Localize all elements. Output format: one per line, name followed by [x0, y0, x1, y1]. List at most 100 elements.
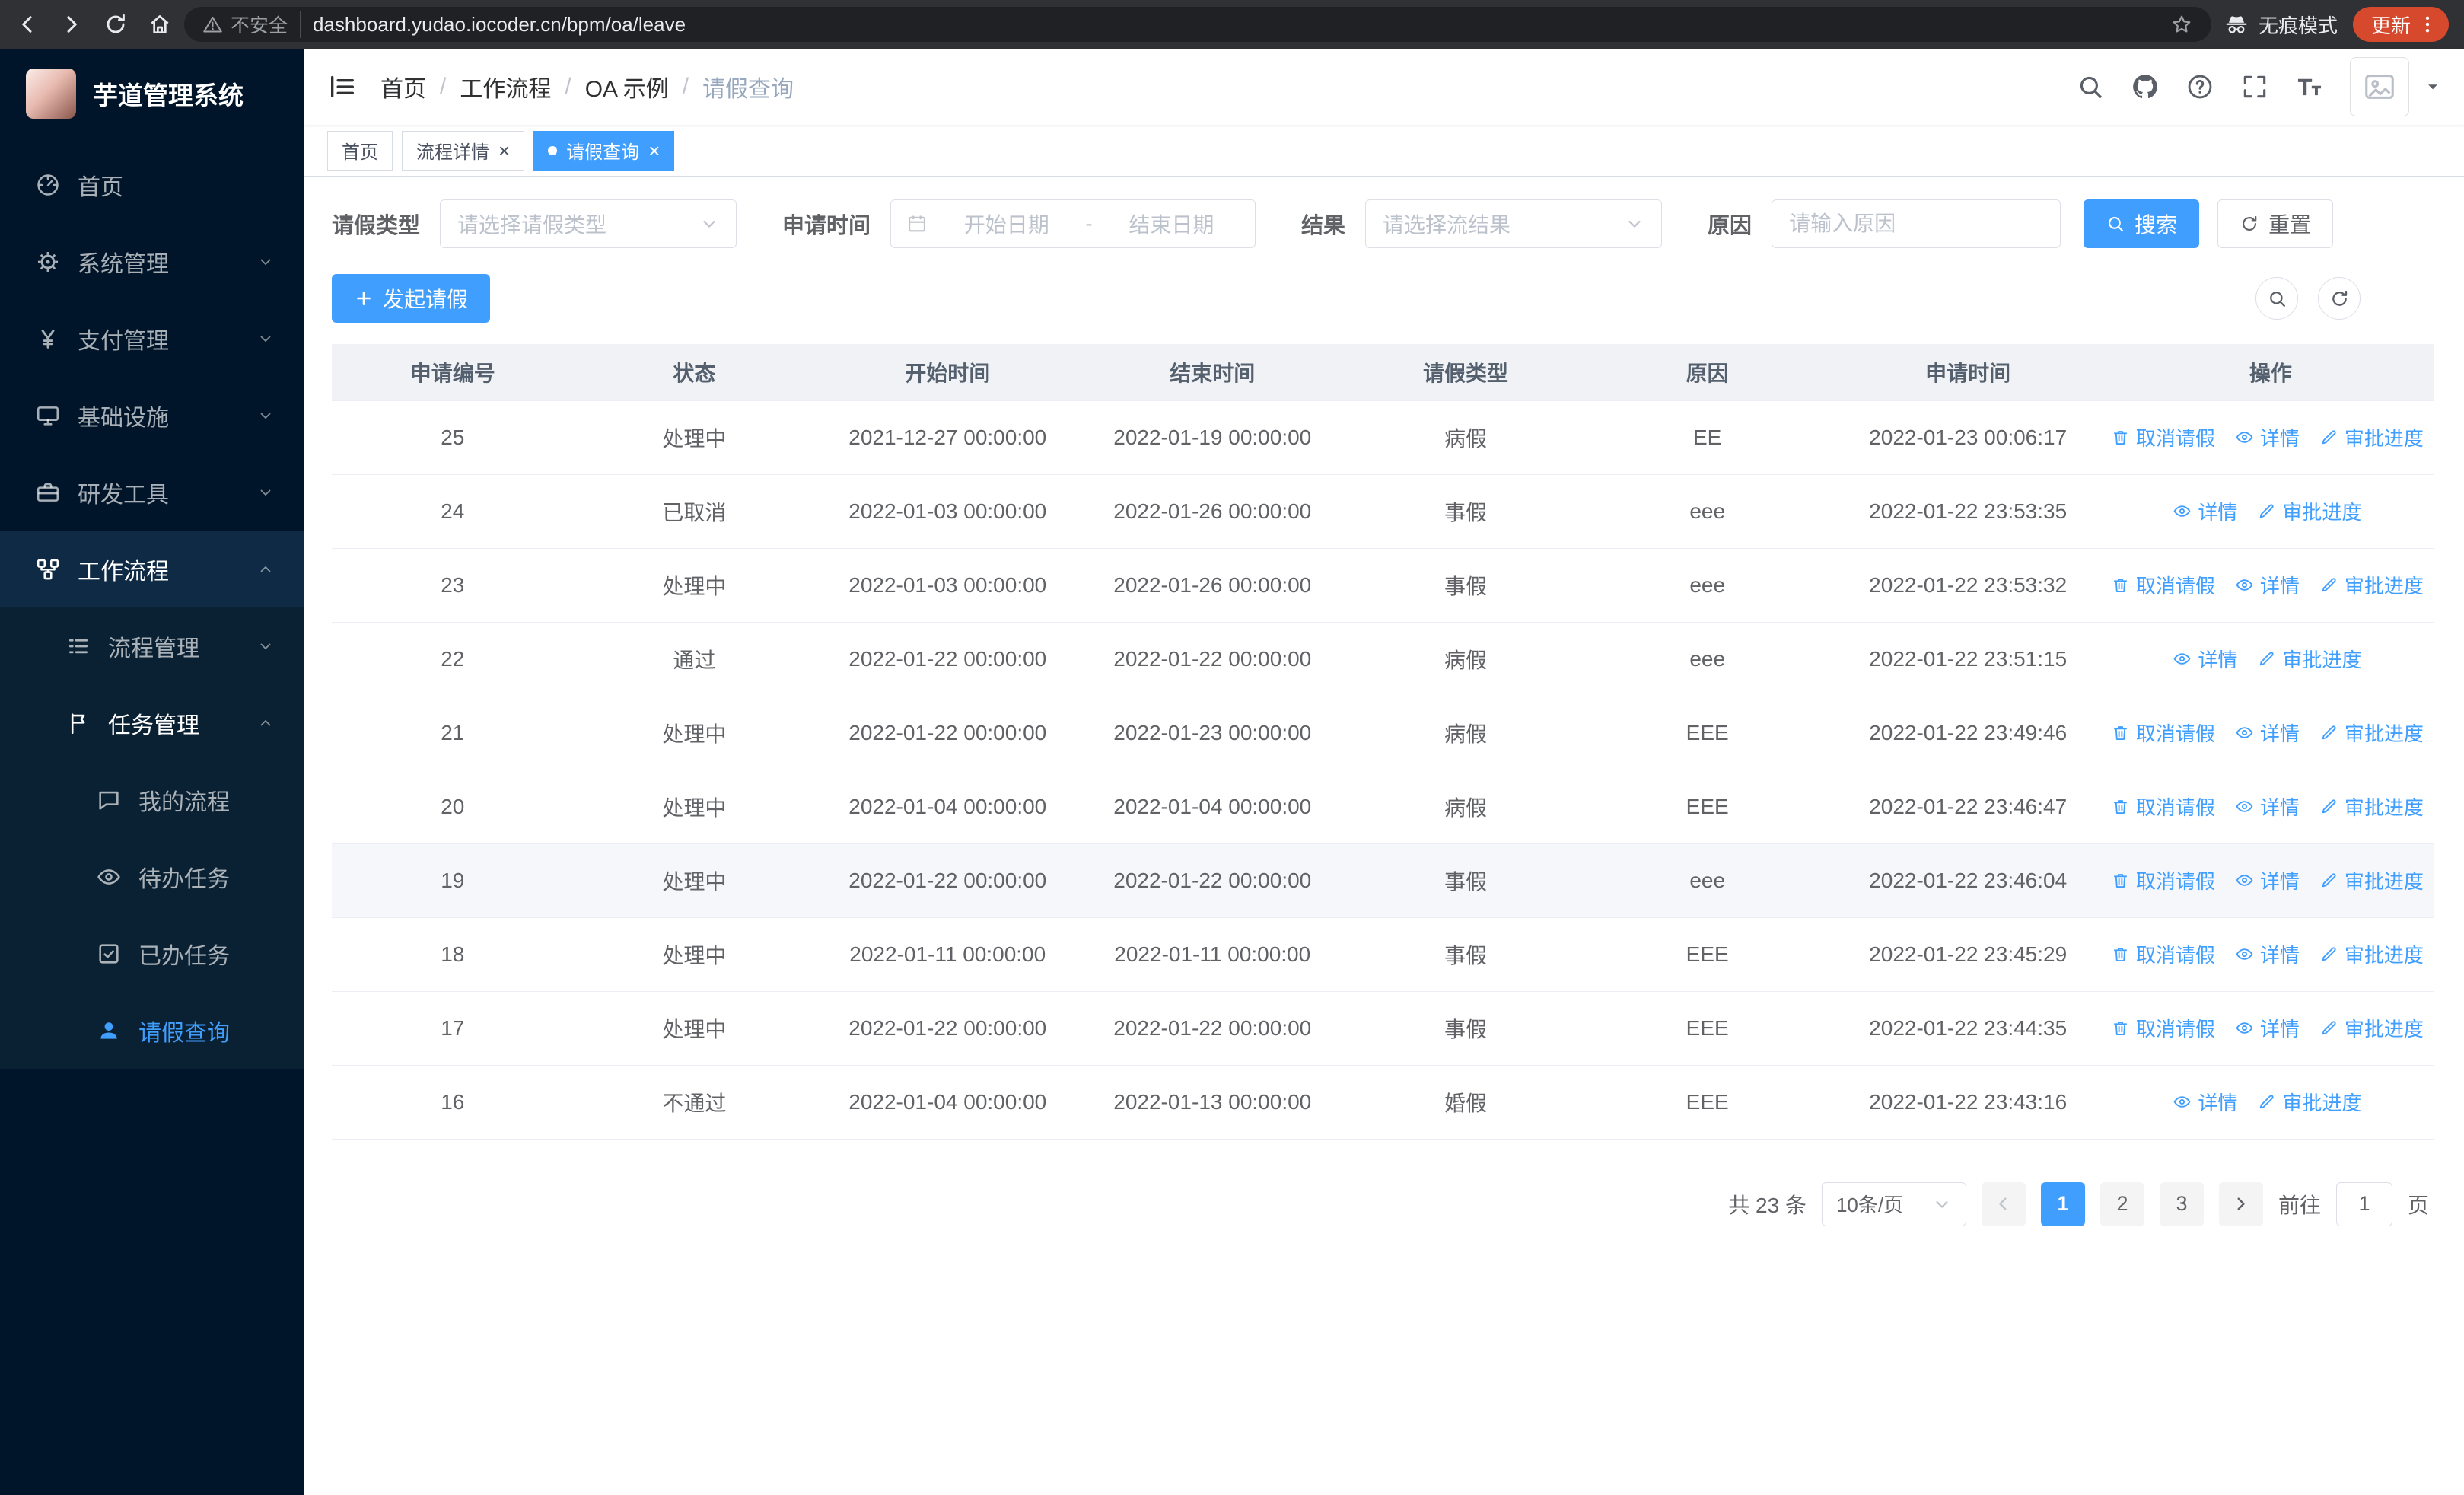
font-size-icon[interactable] [2295, 72, 2324, 101]
cell-end: 2022-01-04 00:00:00 [1080, 770, 1345, 844]
trash-icon [2111, 797, 2130, 816]
cancel-leave-link[interactable]: 取消请假 [2111, 719, 2215, 747]
cancel-leave-link[interactable]: 取消请假 [2111, 792, 2215, 821]
page-button-2[interactable]: 2 [2099, 1181, 2144, 1226]
kebab-menu-icon[interactable] [2417, 14, 2438, 35]
approval-progress-link[interactable]: 审批进度 [2257, 1088, 2361, 1116]
approval-progress-link[interactable]: 审批进度 [2319, 423, 2424, 451]
security-chip[interactable]: 不安全 [202, 11, 301, 38]
detail-link[interactable]: 详情 [2173, 645, 2237, 673]
result-select[interactable]: 请选择流结果 [1365, 199, 1663, 248]
table-refresh-button[interactable] [2318, 277, 2361, 320]
breadcrumb-item[interactable]: 工作流程 [460, 70, 551, 104]
detail-link[interactable]: 详情 [2235, 940, 2300, 968]
cancel-leave-link[interactable]: 取消请假 [2111, 866, 2215, 894]
approval-progress-link[interactable]: 审批进度 [2319, 1014, 2424, 1042]
reload-icon[interactable] [103, 12, 128, 37]
close-tab-icon[interactable]: × [648, 141, 660, 161]
cell-reason: eee [1586, 474, 1829, 549]
sidebar-item-my-process[interactable]: 我的流程 [0, 761, 304, 838]
header-search-icon[interactable] [2076, 72, 2105, 101]
breadcrumb-item[interactable]: 首页 [380, 70, 426, 104]
tab-leave-query[interactable]: 请假查询 × [533, 130, 675, 171]
approval-progress-link[interactable]: 审批进度 [2319, 571, 2424, 599]
detail-link[interactable]: 详情 [2235, 571, 2300, 599]
detail-link[interactable]: 详情 [2173, 497, 2237, 525]
sidebar-item-payment[interactable]: 支付管理 [0, 300, 304, 377]
cancel-leave-link[interactable]: 取消请假 [2111, 423, 2215, 451]
approval-progress-link[interactable]: 审批进度 [2257, 645, 2361, 673]
apply-time-label: 申请时间 [782, 214, 871, 238]
table-row: 23 处理中 2022-01-03 00:00:00 2022-01-26 00:00… [332, 548, 2434, 623]
tab-home[interactable]: 首页 [327, 130, 393, 171]
home-icon[interactable] [148, 12, 172, 37]
menu-fold-icon[interactable] [327, 72, 358, 102]
breadcrumb-item[interactable]: OA 示例 [585, 70, 669, 104]
cell-id: 23 [332, 548, 574, 623]
update-button[interactable]: 更新 [2352, 7, 2449, 42]
approval-progress-link[interactable]: 审批进度 [2319, 719, 2424, 747]
fullscreen-icon[interactable] [2240, 72, 2269, 101]
reason-input[interactable] [1772, 199, 2061, 248]
sidebar-item-task-mgmt[interactable]: 任务管理 [0, 684, 304, 761]
sidebar-item-devtools[interactable]: 研发工具 [0, 454, 304, 531]
detail-link[interactable]: 详情 [2235, 423, 2300, 451]
cancel-leave-link[interactable]: 取消请假 [2111, 571, 2215, 599]
next-page-button[interactable] [2218, 1181, 2263, 1226]
cell-actions: 取消请假 详情 审批进度 [2107, 991, 2434, 1066]
sidebar-item-label: 研发工具 [78, 482, 169, 508]
security-label: 不安全 [231, 15, 288, 37]
sidebar-item-leave-query[interactable]: 请假查询 [0, 992, 304, 1069]
leave-type-select[interactable]: 请选择请假类型 [440, 199, 737, 248]
sidebar-item-process-mgmt[interactable]: 流程管理 [0, 607, 304, 684]
approval-progress-link[interactable]: 审批进度 [2319, 792, 2424, 821]
url-bar[interactable]: 不安全 dashboard.yudao.iocoder.cn/bpm/oa/le… [184, 7, 2211, 42]
close-tab-icon[interactable]: × [498, 141, 510, 161]
cancel-leave-link[interactable]: 取消请假 [2111, 940, 2215, 968]
action-label: 详情 [2259, 943, 2300, 967]
approval-progress-link[interactable]: 审批进度 [2319, 940, 2424, 968]
bookmark-star-icon[interactable] [2170, 13, 2193, 36]
github-icon[interactable] [2131, 72, 2160, 101]
table-search-toggle-button[interactable] [2255, 277, 2298, 320]
browser-chrome: 不安全 dashboard.yudao.iocoder.cn/bpm/oa/le… [0, 0, 2464, 49]
back-icon[interactable] [15, 12, 40, 37]
goto-page-input[interactable] [2335, 1181, 2392, 1226]
detail-link[interactable]: 详情 [2173, 1088, 2237, 1116]
create-leave-button[interactable]: 发起请假 [332, 274, 491, 323]
sidebar-item-done-tasks[interactable]: 已办任务 [0, 915, 304, 992]
user-avatar[interactable] [2350, 57, 2409, 116]
column-header: 请假类型 [1345, 344, 1587, 401]
page-content: 请假类型 请选择请假类型 申请时间 开始日期 - 结束日期 结果 请选择流结果 … [304, 177, 2464, 1495]
approval-progress-link[interactable]: 审批进度 [2257, 497, 2361, 525]
page-size-select[interactable]: 10条/页 [1821, 1181, 1966, 1226]
cell-start: 2022-01-22 00:00:00 [815, 622, 1081, 696]
prev-page-button[interactable] [1981, 1181, 2026, 1226]
detail-link[interactable]: 详情 [2235, 792, 2300, 821]
detail-link[interactable]: 详情 [2235, 1014, 2300, 1042]
page-button-1[interactable]: 1 [2040, 1181, 2085, 1226]
search-button[interactable]: 搜索 [2084, 199, 2200, 248]
help-icon[interactable] [2185, 72, 2214, 101]
sidebar-item-system[interactable]: 系统管理 [0, 223, 304, 300]
sidebar-item-todo-tasks[interactable]: 待办任务 [0, 838, 304, 915]
cell-apply_time: 2022-01-22 23:53:35 [1828, 474, 2108, 549]
sidebar-item-home[interactable]: 首页 [0, 146, 304, 223]
sidebar-item-infrastructure[interactable]: 基础设施 [0, 377, 304, 454]
page-button-3[interactable]: 3 [2159, 1181, 2204, 1226]
detail-link[interactable]: 详情 [2235, 866, 2300, 894]
logo[interactable]: 芋道管理系统 [0, 49, 304, 139]
sidebar-item-workflow[interactable]: 工作流程 [0, 531, 304, 607]
user-caret-down-icon[interactable] [2424, 78, 2441, 95]
action-label: 取消请假 [2135, 869, 2215, 893]
detail-link[interactable]: 详情 [2235, 719, 2300, 747]
cancel-leave-link[interactable]: 取消请假 [2111, 1014, 2215, 1042]
breadcrumb: 首页 / 工作流程 / OA 示例 / 请假查询 [380, 70, 2076, 104]
eye-icon [2235, 871, 2254, 890]
cell-id: 24 [332, 474, 574, 549]
approval-progress-link[interactable]: 审批进度 [2319, 866, 2424, 894]
apply-time-range-picker[interactable]: 开始日期 - 结束日期 [890, 199, 1256, 248]
tab-process-detail[interactable]: 流程详情 × [402, 130, 525, 171]
forward-icon[interactable] [59, 12, 84, 37]
reset-button[interactable]: 重置 [2217, 199, 2334, 248]
